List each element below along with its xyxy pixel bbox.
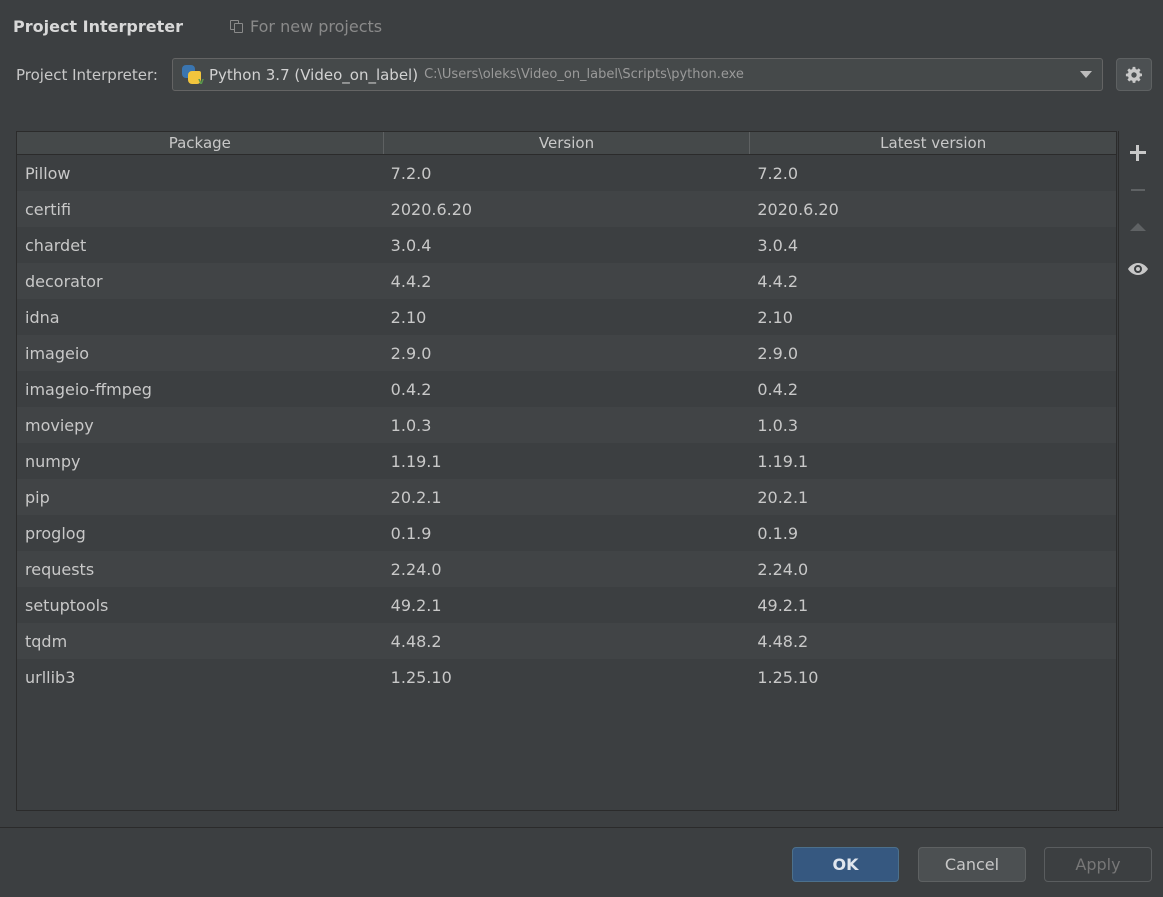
version-cell: 49.2.1 [390,595,442,615]
package-toolbar [1118,131,1155,811]
page-title: Project Interpreter [13,17,183,36]
python-icon: v [181,64,204,87]
package-cell: imageio [25,343,90,363]
package-cell: numpy [25,451,81,471]
package-cell: moviepy [25,415,94,435]
version-cell: 2.24.0 [390,559,442,579]
version-cell: 0.1.9 [390,523,432,543]
package-cell: requests [25,559,95,579]
interpreter-name: Python 3.7 (Video_on_label) [209,65,419,84]
version-cell: 3.0.4 [390,235,432,255]
version-cell: 4.4.2 [390,271,432,291]
gear-icon [1125,66,1143,83]
dialog-footer: OK Cancel Apply [0,827,1163,897]
table-row[interactable]: certifi 2020.6.20 2020.6.20 [17,191,1116,227]
latest-version-cell: 49.2.1 [757,595,809,615]
latest-version-cell: 4.4.2 [757,271,799,291]
table-row[interactable]: setuptools 49.2.1 49.2.1 [17,587,1116,623]
package-cell: imageio-ffmpeg [25,379,152,399]
version-cell: 1.19.1 [390,451,442,471]
package-cell: urllib3 [25,667,76,687]
package-cell: certifi [25,199,72,219]
latest-version-cell: 0.4.2 [757,379,799,399]
version-cell: 4.48.2 [390,631,442,651]
latest-version-cell: 7.2.0 [757,163,799,183]
package-cell: Pillow [25,163,71,183]
package-cell: idna [25,307,60,327]
chevron-down-icon[interactable] [1080,71,1092,78]
table-row[interactable]: proglog 0.1.9 0.1.9 [17,515,1116,551]
eye-icon[interactable] [1127,258,1148,278]
table-row[interactable]: pip 20.2.1 20.2.1 [17,479,1116,515]
table-row[interactable]: imageio 2.9.0 2.9.0 [17,335,1116,371]
interpreter-select[interactable]: v Python 3.7 (Video_on_label) C:\Users\o… [172,58,1103,91]
version-cell: 1.25.10 [390,667,452,687]
ok-button[interactable]: OK [792,847,899,882]
latest-version-cell: 4.48.2 [757,631,809,651]
table-body: Pillow 7.2.0 7.2.0 certifi 2020.6.20 2020.6.2… [17,155,1116,695]
package-cell: proglog [25,523,86,543]
apply-button[interactable]: Apply [1044,847,1152,882]
scope-label: For new projects [250,17,383,36]
table-header: Package Version Latest version [17,132,1116,155]
latest-version-cell: 2020.6.20 [757,199,839,219]
cancel-button[interactable]: Cancel [918,847,1026,882]
latest-version-cell: 1.19.1 [757,451,809,471]
plus-icon[interactable] [1128,142,1148,162]
column-header-version[interactable]: Version [384,132,751,154]
latest-version-cell: 2.24.0 [757,559,809,579]
latest-version-cell: 0.1.9 [757,523,799,543]
interpreter-label: Project Interpreter: [16,66,158,84]
version-cell: 1.0.3 [390,415,432,435]
column-header-package[interactable]: Package [17,132,384,154]
latest-version-cell: 2.9.0 [757,343,799,363]
version-cell: 2.10 [390,307,427,327]
version-cell: 2.9.0 [390,343,432,363]
latest-version-cell: 1.25.10 [757,667,819,687]
table-row[interactable]: chardet 3.0.4 3.0.4 [17,227,1116,263]
up-arrow-icon[interactable] [1128,218,1148,238]
package-cell: decorator [25,271,103,291]
package-cell: pip [25,487,50,507]
table-row[interactable]: decorator 4.4.2 4.4.2 [17,263,1116,299]
latest-version-cell: 1.0.3 [757,415,799,435]
package-cell: chardet [25,235,87,255]
table-row[interactable]: urllib3 1.25.10 1.25.10 [17,659,1116,695]
interpreter-path: C:\Users\oleks\Video_on_label\Scripts\py… [424,67,744,82]
version-cell: 7.2.0 [390,163,432,183]
package-cell: setuptools [25,595,109,615]
table-row[interactable]: moviepy 1.0.3 1.0.3 [17,407,1116,443]
packages-table: Package Version Latest version Pillow 7.2… [16,131,1117,811]
latest-version-cell: 3.0.4 [757,235,799,255]
column-header-latest-version[interactable]: Latest version [750,132,1116,154]
scope-indicator: For new projects [230,17,382,36]
version-cell: 20.2.1 [390,487,442,507]
table-row[interactable]: requests 2.24.0 2.24.0 [17,551,1116,587]
version-cell: 2020.6.20 [390,199,473,219]
latest-version-cell: 20.2.1 [757,487,809,507]
latest-version-cell: 2.10 [757,307,793,327]
table-row[interactable]: Pillow 7.2.0 7.2.0 [17,155,1116,191]
table-row[interactable]: imageio-ffmpeg 0.4.2 0.4.2 [17,371,1116,407]
minus-icon[interactable] [1128,180,1148,200]
copy-icon [230,19,244,34]
version-cell: 0.4.2 [390,379,432,399]
table-row[interactable]: idna 2.10 2.10 [17,299,1116,335]
settings-header: Project Interpreter For new projects [0,0,1163,54]
interpreter-settings-button[interactable] [1116,58,1152,91]
table-row[interactable]: tqdm 4.48.2 4.48.2 [17,623,1116,659]
package-cell: tqdm [25,631,68,651]
table-row[interactable]: numpy 1.19.1 1.19.1 [17,443,1116,479]
